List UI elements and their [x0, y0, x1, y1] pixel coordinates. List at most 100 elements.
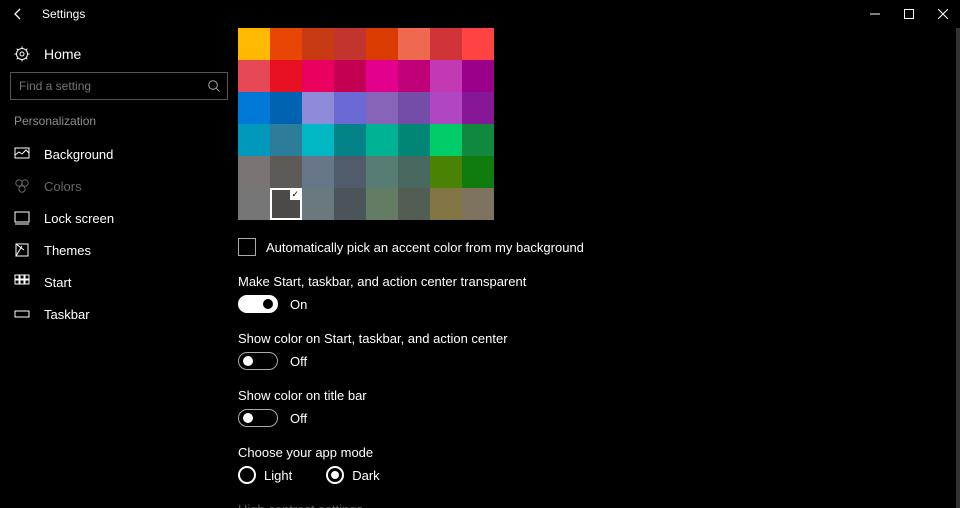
search-box[interactable] [10, 72, 228, 100]
color-swatch[interactable] [462, 28, 494, 60]
color-swatch[interactable] [462, 124, 494, 156]
check-icon: ✓ [291, 189, 299, 199]
toggle-state: Off [290, 354, 307, 369]
color-swatch[interactable] [366, 124, 398, 156]
minimize-button[interactable] [858, 0, 892, 28]
start-icon [14, 274, 30, 290]
color-swatch[interactable] [334, 156, 366, 188]
maximize-button[interactable] [892, 0, 926, 28]
nav-item-label: Themes [44, 243, 91, 258]
color-swatch[interactable] [270, 156, 302, 188]
back-button[interactable] [0, 0, 36, 28]
color-swatch[interactable] [430, 28, 462, 60]
color-swatch[interactable] [302, 188, 334, 220]
color-swatch[interactable] [366, 92, 398, 124]
radio-circle [326, 466, 344, 484]
home-button[interactable]: Home [0, 40, 238, 72]
lockscreen-icon [14, 210, 30, 226]
toggle-transparent[interactable]: On [238, 295, 960, 313]
nav-item-lock-screen[interactable]: Lock screen [0, 202, 238, 234]
color-swatch[interactable] [462, 60, 494, 92]
radio-dark[interactable]: Dark [326, 466, 379, 484]
color-swatch-grid: ✓ [238, 28, 960, 220]
color-swatch[interactable] [270, 124, 302, 156]
nav-item-label: Taskbar [44, 307, 90, 322]
color-swatch[interactable] [462, 188, 494, 220]
color-swatch[interactable] [398, 60, 430, 92]
color-swatch[interactable] [398, 188, 430, 220]
color-swatch[interactable] [334, 28, 366, 60]
nav-item-taskbar[interactable]: Taskbar [0, 298, 238, 330]
radio-light[interactable]: Light [238, 466, 292, 484]
search-input[interactable] [19, 79, 207, 93]
color-swatch[interactable] [430, 92, 462, 124]
color-swatch[interactable] [238, 28, 270, 60]
color-swatch[interactable] [238, 188, 270, 220]
search-icon [207, 79, 221, 93]
nav-item-background[interactable]: Background [0, 138, 238, 170]
color-swatch[interactable]: ✓ [270, 188, 302, 220]
window-title: Settings [42, 7, 85, 21]
setting-show-color-title: Show color on title bar Off [238, 388, 960, 427]
color-swatch[interactable] [238, 156, 270, 188]
radio-light-label: Light [264, 468, 292, 483]
color-swatch[interactable] [462, 92, 494, 124]
color-swatch[interactable] [238, 124, 270, 156]
auto-accent-checkbox[interactable]: Automatically pick an accent color from … [238, 238, 960, 256]
setting-show-color-taskbar-label: Show color on Start, taskbar, and action… [238, 331, 960, 346]
toggle-show-color-taskbar[interactable]: Off [238, 352, 960, 370]
high-contrast-link[interactable]: High contrast settings [238, 502, 960, 508]
color-swatch[interactable] [238, 92, 270, 124]
color-swatch[interactable] [398, 124, 430, 156]
color-swatch[interactable] [366, 156, 398, 188]
scrollbar[interactable] [956, 28, 960, 508]
color-swatch[interactable] [238, 60, 270, 92]
toggle-state: On [290, 297, 307, 312]
radio-circle [238, 466, 256, 484]
setting-show-color-title-label: Show color on title bar [238, 388, 960, 403]
color-swatch[interactable] [430, 188, 462, 220]
sidebar: Home Personalization BackgroundColorsLoc… [0, 28, 238, 508]
app-mode-label: Choose your app mode [238, 445, 960, 460]
setting-app-mode: Choose your app mode Light Dark [238, 445, 960, 484]
nav-item-themes[interactable]: Themes [0, 234, 238, 266]
color-swatch[interactable] [302, 28, 334, 60]
titlebar: Settings [0, 0, 960, 28]
nav-item-label: Start [44, 275, 71, 290]
color-swatch[interactable] [302, 124, 334, 156]
nav-item-label: Colors [44, 179, 82, 194]
toggle-show-color-title[interactable]: Off [238, 409, 960, 427]
checkbox-box [238, 238, 256, 256]
color-swatch[interactable] [430, 60, 462, 92]
color-swatch[interactable] [366, 60, 398, 92]
gear-icon [14, 46, 30, 62]
color-swatch[interactable] [334, 60, 366, 92]
color-swatch[interactable] [334, 124, 366, 156]
close-button[interactable] [926, 0, 960, 28]
color-swatch[interactable] [302, 156, 334, 188]
color-swatch[interactable] [366, 28, 398, 60]
color-swatch[interactable] [270, 28, 302, 60]
close-icon [938, 9, 948, 19]
color-swatch[interactable] [366, 188, 398, 220]
color-swatch[interactable] [398, 28, 430, 60]
back-arrow-icon [11, 7, 25, 21]
nav-item-label: Lock screen [44, 211, 114, 226]
color-swatch[interactable] [430, 156, 462, 188]
color-swatch[interactable] [430, 124, 462, 156]
color-swatch[interactable] [334, 92, 366, 124]
color-swatch[interactable] [398, 156, 430, 188]
color-swatch[interactable] [462, 156, 494, 188]
color-swatch[interactable] [270, 60, 302, 92]
home-label: Home [44, 46, 81, 62]
nav-item-start[interactable]: Start [0, 266, 238, 298]
toggle-switch [238, 409, 278, 427]
color-swatch[interactable] [398, 92, 430, 124]
color-swatch[interactable] [334, 188, 366, 220]
toggle-state: Off [290, 411, 307, 426]
color-swatch[interactable] [270, 92, 302, 124]
nav-item-colors[interactable]: Colors [0, 170, 238, 202]
color-swatch[interactable] [302, 60, 334, 92]
setting-transparent-label: Make Start, taskbar, and action center t… [238, 274, 960, 289]
color-swatch[interactable] [302, 92, 334, 124]
